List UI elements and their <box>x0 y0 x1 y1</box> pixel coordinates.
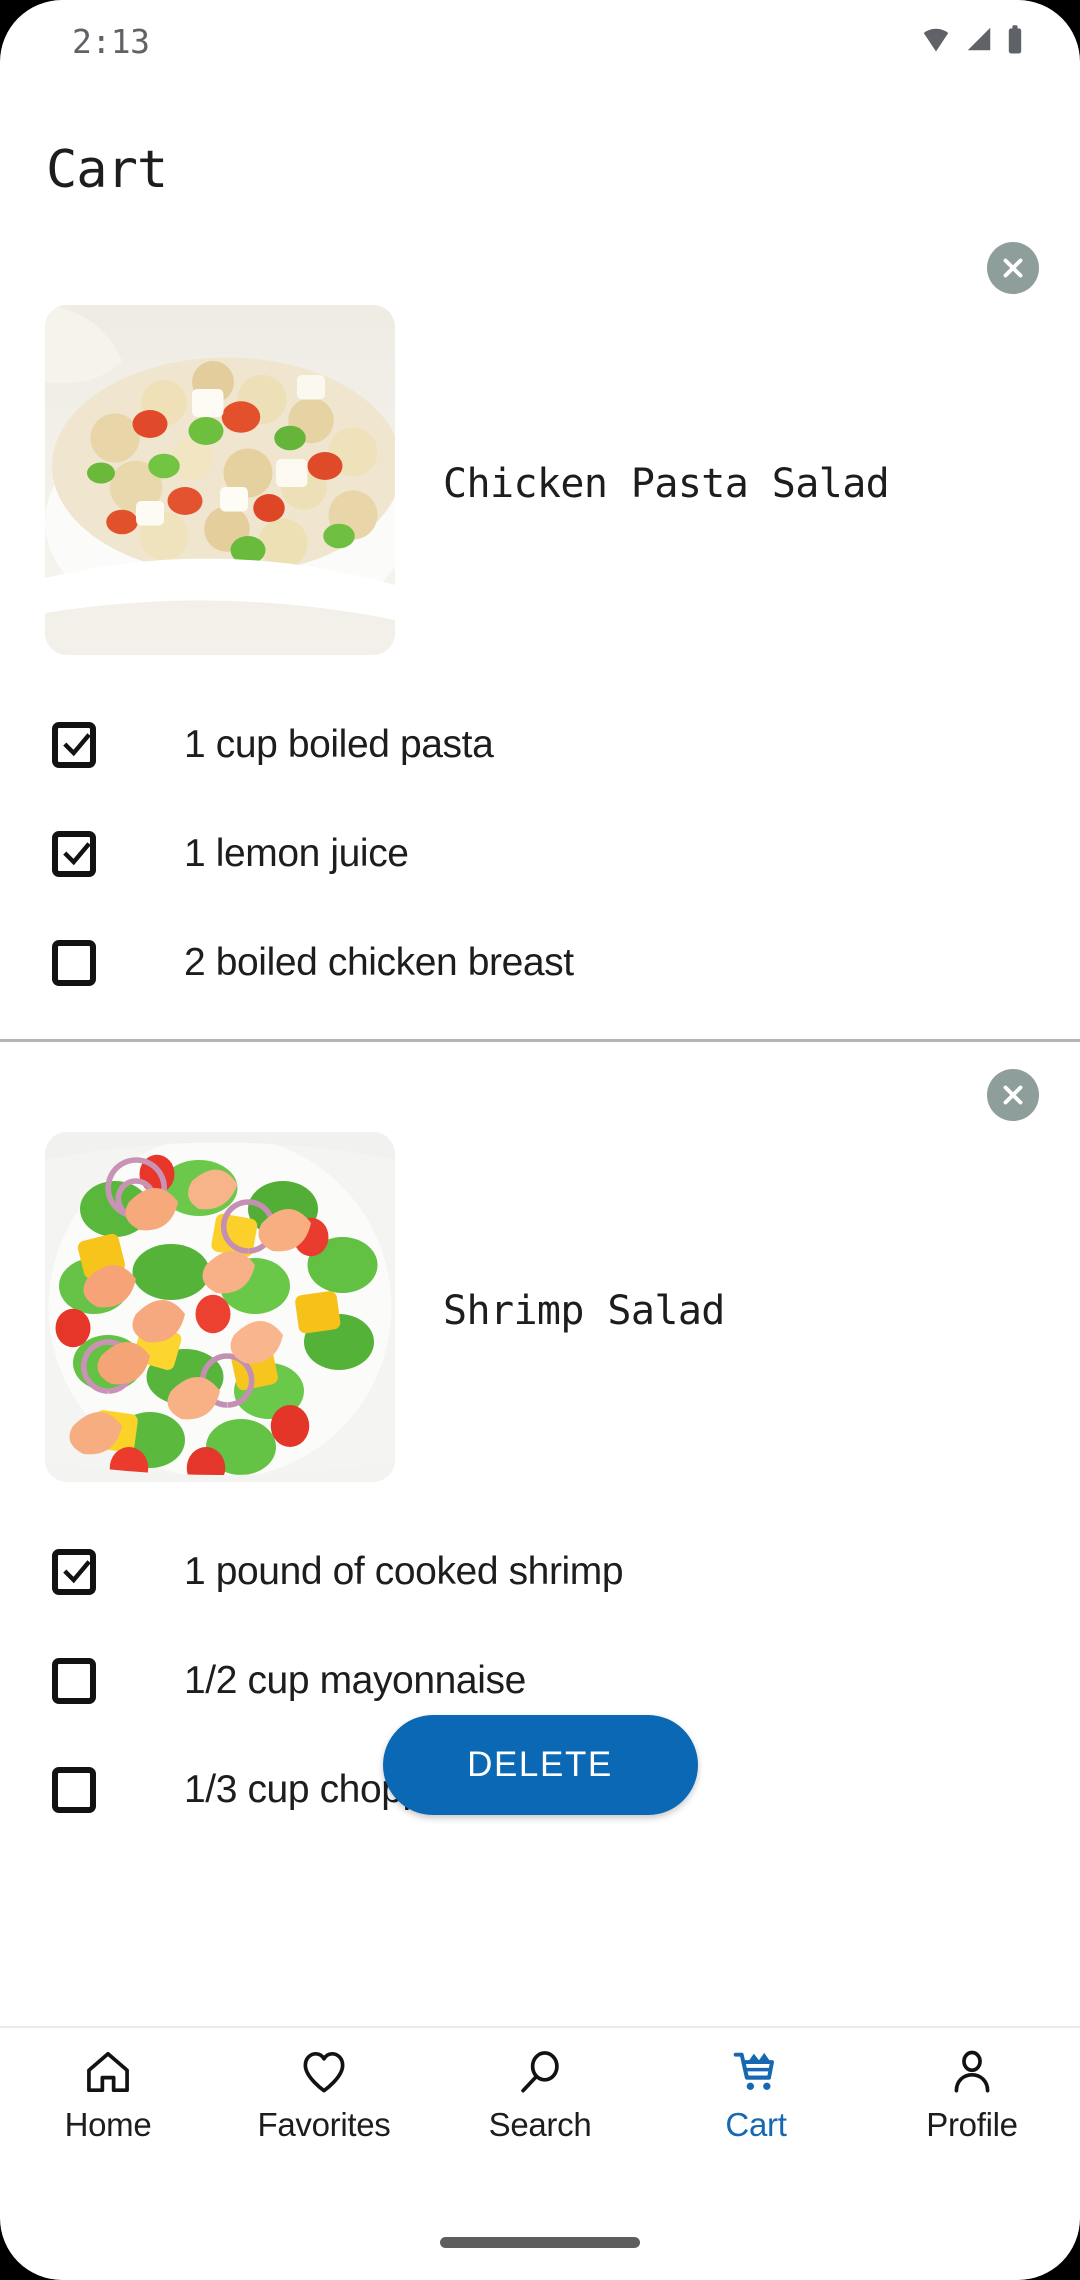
bottom-navigation: Home Favorites Search Cart Profile <box>0 2026 1080 2174</box>
cart-item: Chicken Pasta Salad 1 cup boiled pasta 1… <box>0 215 1080 1042</box>
ingredient-label: 1 pound of cooked shrimp <box>184 1549 624 1593</box>
status-icon-group <box>920 24 1024 55</box>
close-icon <box>998 253 1028 283</box>
nav-item-home[interactable]: Home <box>0 2046 216 2144</box>
heart-icon <box>298 2046 350 2098</box>
ingredient-item[interactable]: 1 cup boiled pasta <box>0 690 1080 799</box>
battery-icon <box>1006 24 1024 55</box>
delete-button-container: DELETE <box>0 1715 1080 1815</box>
close-icon <box>998 1080 1028 1110</box>
remove-item-button[interactable] <box>987 1069 1039 1121</box>
ingredient-label: 1 cup boiled pasta <box>184 722 494 766</box>
nav-label-profile: Profile <box>926 2106 1018 2143</box>
ingredient-checkbox[interactable] <box>52 830 96 877</box>
nav-label-home: Home <box>64 2106 152 2143</box>
nav-label-favorites: Favorites <box>257 2106 391 2143</box>
ingredient-checkbox[interactable] <box>52 721 96 768</box>
cart-item-title: Chicken Pasta Salad <box>443 461 890 507</box>
cart-item-header: Shrimp Salad <box>0 1042 1080 1482</box>
ingredient-item[interactable]: 2 boiled chicken breast <box>0 908 1080 1017</box>
ingredient-label: 2 boiled chicken breast <box>184 940 574 984</box>
ingredient-label: 1 lemon juice <box>184 831 409 875</box>
wifi-icon <box>920 24 952 54</box>
delete-button[interactable]: DELETE <box>382 1715 698 1815</box>
nav-item-favorites[interactable]: Favorites <box>216 2046 432 2144</box>
nav-item-profile[interactable]: Profile <box>864 2046 1080 2144</box>
nav-label-cart: Cart <box>725 2106 787 2143</box>
ingredient-item[interactable]: 1 lemon juice <box>0 799 1080 908</box>
ingredient-checkbox[interactable] <box>52 939 96 986</box>
status-time: 2:13 <box>72 21 150 61</box>
status-bar: 2:13 <box>0 0 1080 78</box>
cart-icon <box>730 2046 782 2098</box>
remove-item-button[interactable] <box>987 242 1039 294</box>
signal-icon <box>963 24 995 54</box>
ingredient-item[interactable]: 1 pound of cooked shrimp <box>0 1517 1080 1626</box>
cart-item-title: Shrimp Salad <box>443 1288 725 1334</box>
gesture-bar[interactable] <box>440 2237 640 2248</box>
person-icon <box>946 2046 998 2098</box>
ingredient-list: 1 cup boiled pasta 1 lemon juice 2 boile… <box>0 595 1080 1017</box>
ingredient-checkbox[interactable] <box>52 1548 96 1595</box>
cart-item-header: Chicken Pasta Salad <box>0 215 1080 655</box>
phone-screen: 2:13 Cart Chicken Pasta Salad 1 cup boil… <box>0 0 1080 2280</box>
ingredient-label: 1/2 cup mayonnaise <box>184 1658 526 1702</box>
page-title: Cart <box>46 140 168 200</box>
nav-item-cart[interactable]: Cart <box>648 2046 864 2144</box>
home-icon <box>82 2046 134 2098</box>
nav-label-search: Search <box>488 2106 592 2143</box>
search-icon <box>514 2046 566 2098</box>
ingredient-checkbox[interactable] <box>52 1657 96 1704</box>
nav-item-search[interactable]: Search <box>432 2046 648 2144</box>
